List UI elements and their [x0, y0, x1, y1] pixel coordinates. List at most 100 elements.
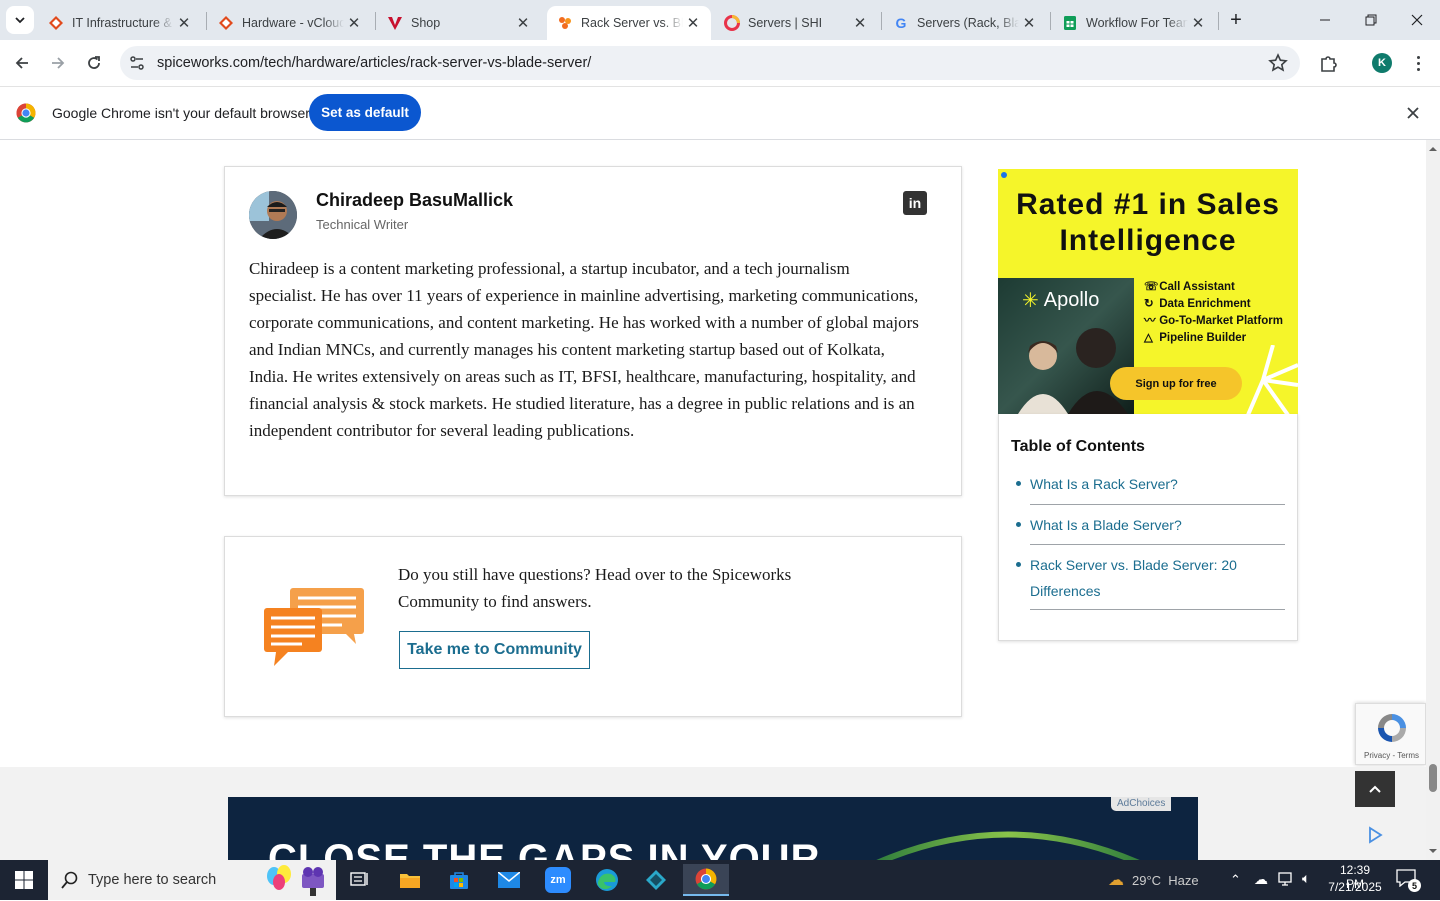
clock-date[interactable]: 7/21/2025	[1326, 880, 1384, 894]
weather-text: 29°C Haze	[1132, 872, 1199, 888]
toc-bullet	[1016, 562, 1021, 567]
close-icon[interactable]: ✕	[683, 13, 703, 33]
tab-hardware-vcloud[interactable]: Hardware - vCloud ... ✕	[208, 6, 372, 40]
author-avatar	[249, 191, 297, 239]
tab-search-button[interactable]	[6, 6, 34, 34]
apollo-brand: Apollo	[1043, 289, 1100, 311]
take-me-to-community-button[interactable]: Take me to Community	[399, 631, 590, 669]
onedrive-icon[interactable]: ☁	[1254, 871, 1268, 888]
back-to-top-button[interactable]	[1355, 771, 1395, 807]
reload-button[interactable]	[79, 48, 109, 78]
ad-play-icon[interactable]	[1355, 815, 1395, 855]
minimize-button[interactable]	[1302, 0, 1348, 40]
tab-title: Servers (Rack, Blac...	[917, 16, 1019, 30]
plus-icon: +	[1230, 8, 1242, 31]
close-icon[interactable]: ✕	[1019, 13, 1039, 33]
new-tab-button[interactable]: +	[1222, 6, 1250, 34]
author-name[interactable]: Chiradeep BasuMallick	[316, 190, 513, 211]
apollo-ad[interactable]: Rated #1 in Sales Intelligence ✳ Apollo …	[998, 169, 1298, 414]
volume-icon[interactable]: 🔈︎	[1302, 870, 1310, 887]
scrollbar-thumb[interactable]	[1429, 764, 1437, 792]
task-view-button[interactable]	[340, 864, 380, 896]
bookmark-star-icon[interactable]	[1268, 53, 1288, 73]
back-button[interactable]	[7, 48, 37, 78]
set-as-default-button[interactable]: Set as default	[309, 94, 421, 131]
close-icon[interactable]: ✕	[850, 13, 870, 33]
forward-button[interactable]	[43, 48, 73, 78]
triangle-icon: △	[1144, 332, 1153, 344]
tab-divider	[881, 12, 882, 30]
tab-divider	[1050, 12, 1051, 30]
tab-rack-server-vs-blade[interactable]: Rack Server vs. Bla... ✕	[547, 6, 711, 40]
close-icon[interactable]: ✕	[344, 13, 364, 33]
tab-servers-shi[interactable]: Servers | SHI ✕	[714, 6, 878, 40]
weather-widget[interactable]: ☁ 29°C Haze	[1108, 870, 1199, 890]
recaptcha-icon	[1378, 714, 1406, 742]
haze-weather-icon: ☁	[1108, 872, 1124, 889]
taskbar-search-box[interactable]: Type here to search	[48, 860, 336, 900]
spiceworks-icon	[557, 15, 573, 31]
toc-bullet	[1016, 522, 1021, 527]
recaptcha-badge[interactable]: Privacy - Terms	[1355, 703, 1426, 765]
adchoices-label[interactable]: AdChoices	[1111, 797, 1172, 811]
infobar-message: Google Chrome isn't your default browser	[52, 105, 310, 121]
tab-it-infrastructure[interactable]: IT Infrastructure & ... ✕	[38, 6, 202, 40]
apollo-logo: ✳ Apollo	[1022, 288, 1099, 313]
bottom-banner-ad[interactable]: CLOSE THE GAPS IN YOUR AdChoices	[228, 797, 1198, 860]
network-icon[interactable]	[1278, 871, 1296, 892]
recaptcha-privacy[interactable]: Privacy	[1364, 751, 1390, 760]
menu-kebab-icon[interactable]	[1410, 53, 1426, 73]
chat-bubbles-icon	[262, 586, 366, 668]
chrome-taskbar-button[interactable]	[683, 864, 729, 896]
close-icon[interactable]: ✕	[1188, 13, 1208, 33]
file-explorer-button[interactable]	[390, 864, 430, 896]
edge-button[interactable]	[587, 864, 627, 896]
toc-link-differences[interactable]: Rack Server vs. Blade Server: 20 Differe…	[1030, 552, 1260, 604]
tab-title: Servers | SHI	[748, 16, 823, 30]
author-bio: Chiradeep is a content marketing profess…	[249, 259, 919, 440]
start-button[interactable]	[4, 864, 44, 896]
extensions-puzzle-icon[interactable]	[1318, 52, 1340, 74]
tab-shop[interactable]: Shop ✕	[377, 6, 541, 40]
close-icon[interactable]: ✕	[174, 13, 194, 33]
tab-servers-google[interactable]: G Servers (Rack, Blac... ✕	[883, 6, 1047, 40]
chevron-down-icon	[15, 17, 25, 24]
profile-avatar[interactable]: K	[1372, 53, 1392, 73]
windows-taskbar: Type here to search zm ☁ 29°C Haze ⌃ ☁ 🔈…	[0, 860, 1440, 900]
toc-link-blade-server[interactable]: What Is a Blade Server?	[1030, 512, 1285, 538]
linkedin-icon[interactable]: in	[903, 191, 927, 215]
close-icon[interactable]: ✕	[513, 13, 533, 33]
toc-divider	[1030, 609, 1285, 610]
app-diamond-button[interactable]	[636, 864, 676, 896]
close-window-button[interactable]	[1394, 0, 1440, 40]
tab-title: IT Infrastructure & ...	[72, 16, 174, 30]
toc-bullet	[1016, 481, 1021, 486]
adchoices-dot-icon[interactable]	[1001, 172, 1007, 178]
tab-divider	[206, 12, 207, 30]
toc-link-rack-server[interactable]: What Is a Rack Server?	[1030, 471, 1285, 497]
close-infobar-icon[interactable]	[1404, 104, 1422, 122]
google-icon: G	[895, 15, 907, 31]
site-info-icon[interactable]	[128, 54, 146, 72]
restore-icon	[1365, 14, 1377, 26]
folder-icon	[400, 874, 420, 888]
recaptcha-terms[interactable]: Terms	[1397, 751, 1419, 760]
ad-cta-button[interactable]: Sign up for free	[1110, 367, 1242, 400]
forward-arrow-icon	[52, 57, 65, 69]
minimize-icon	[1320, 19, 1330, 21]
recaptcha-links: Privacy - Terms	[1364, 751, 1419, 760]
notification-center-button[interactable]: 5	[1396, 869, 1421, 892]
community-text: Do you still have questions? Head over t…	[398, 565, 792, 611]
tab-workflow[interactable]: Workflow For Tean... ✕	[1052, 6, 1216, 40]
store-icon	[450, 872, 468, 889]
store-button[interactable]	[439, 864, 479, 896]
author-role: Technical Writer	[316, 217, 409, 232]
show-hidden-icons-chevron-icon[interactable]: ⌃	[1230, 872, 1241, 888]
restore-button[interactable]	[1348, 0, 1394, 40]
scroll-up-arrow-icon[interactable]	[1426, 142, 1440, 156]
mail-button[interactable]	[489, 864, 529, 896]
vertical-scrollbar[interactable]	[1426, 140, 1440, 860]
url-text[interactable]: spiceworks.com/tech/hardware/articles/ra…	[157, 55, 591, 71]
zoom-button[interactable]: zm	[538, 864, 578, 896]
scroll-down-arrow-icon[interactable]	[1426, 844, 1440, 858]
